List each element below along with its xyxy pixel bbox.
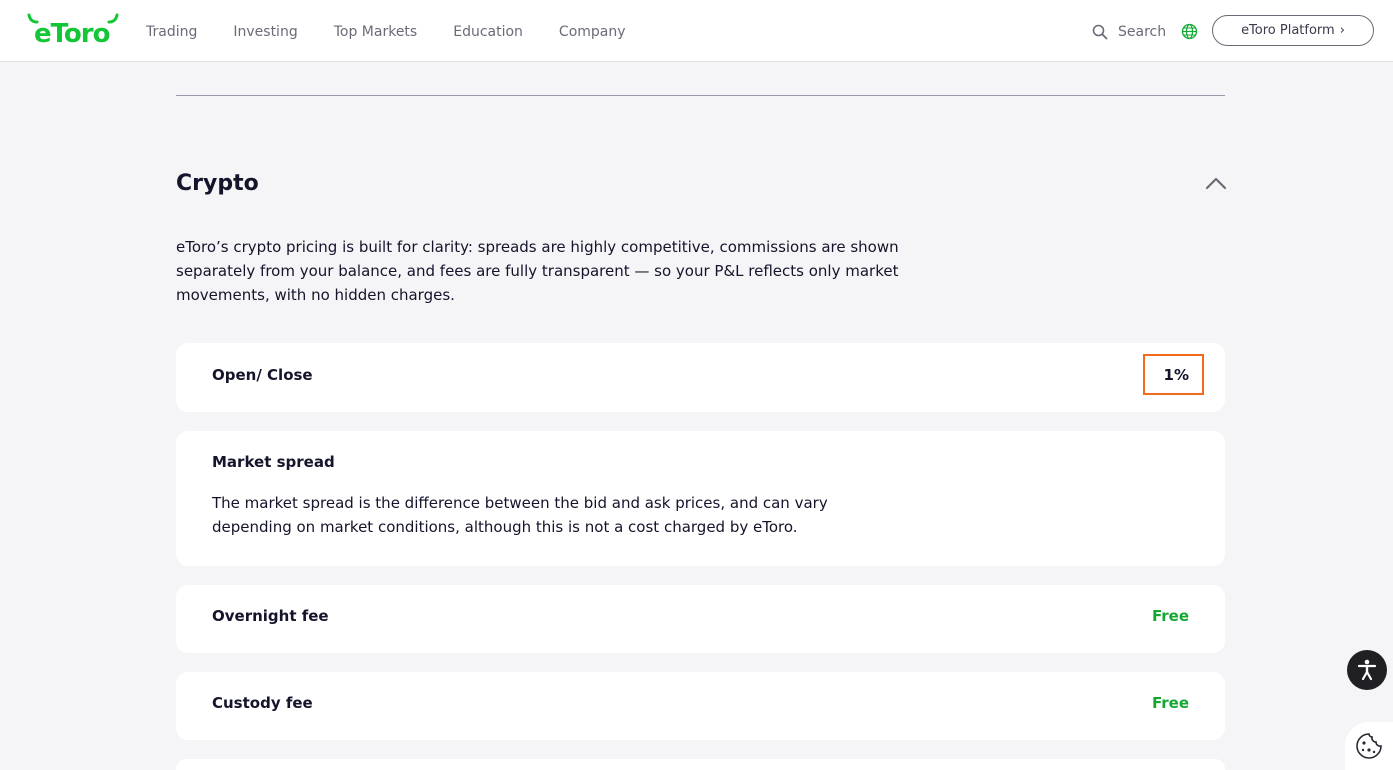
fee-row-custody: Custody fee Free (176, 672, 1225, 740)
nav-trading[interactable]: Trading (146, 20, 197, 44)
fee-description: The market spread is the difference betw… (212, 494, 828, 536)
top-navigation-bar: eToro Trading Investing Top Markets Educ… (0, 0, 1393, 62)
section-title: Crypto (176, 171, 259, 196)
nav-education[interactable]: Education (453, 20, 523, 44)
chevron-up-icon[interactable] (1204, 174, 1228, 192)
fee-value: 1% (1163, 366, 1189, 384)
fee-label: Custody fee (212, 694, 313, 712)
accessibility-button[interactable] (1347, 650, 1387, 690)
fee-row-next (176, 759, 1225, 770)
fee-label: Market spread (212, 453, 335, 471)
fee-label: Open/ Close (212, 366, 313, 384)
nav-company[interactable]: Company (559, 20, 626, 44)
main-nav: Trading Investing Top Markets Education … (146, 20, 662, 44)
fee-value: Free (1151, 694, 1189, 712)
fee-label: Overnight fee (212, 607, 329, 625)
nav-top-markets[interactable]: Top Markets (334, 20, 418, 44)
cookie-icon (1356, 733, 1382, 759)
cookie-settings-button[interactable] (1345, 722, 1393, 770)
etoro-logo[interactable]: eToro (26, 13, 120, 45)
chevron-right-icon: › (1339, 23, 1345, 38)
svg-text:eToro: eToro (34, 19, 110, 45)
section-intro: eToro’s crypto pricing is built for clar… (176, 238, 899, 304)
platform-button-label: eToro Platform (1241, 23, 1335, 38)
nav-investing[interactable]: Investing (233, 20, 297, 44)
globe-icon[interactable] (1181, 23, 1198, 44)
section-divider (176, 95, 1225, 96)
search-icon (1092, 24, 1108, 40)
fee-value: Free (1151, 607, 1189, 625)
accessibility-icon (1357, 659, 1377, 681)
search-button[interactable]: Search (1092, 20, 1166, 44)
etoro-logo-mark: eToro (27, 13, 119, 45)
fee-row-open-close: Open/ Close 1% (176, 343, 1225, 412)
fee-row-market-spread: Market spread The market spread is the d… (176, 431, 1225, 566)
fee-row-overnight: Overnight fee Free (176, 585, 1225, 653)
search-label: Search (1118, 24, 1167, 40)
etoro-platform-button[interactable]: eToro Platform › (1212, 15, 1374, 46)
